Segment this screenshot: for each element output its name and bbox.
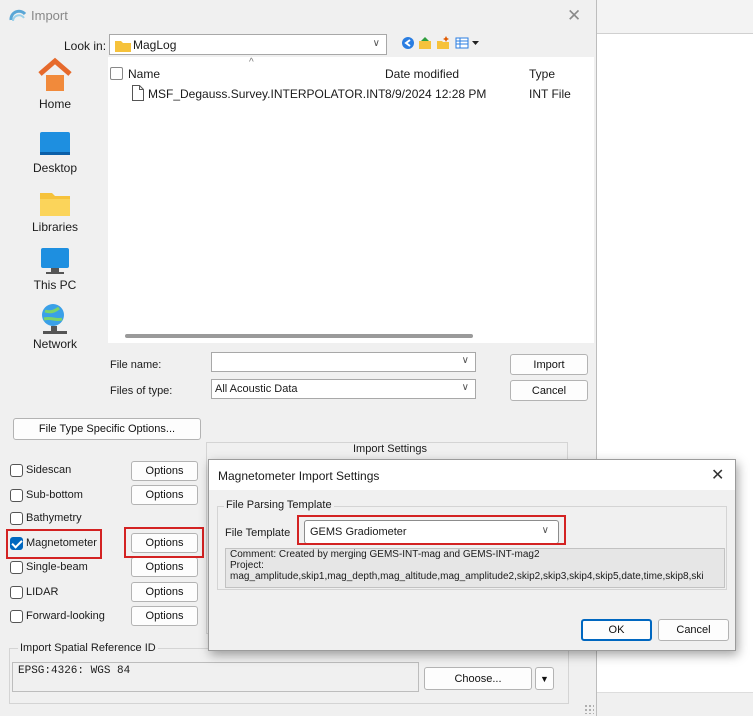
- column-header-name[interactable]: Name: [128, 67, 160, 81]
- close-icon[interactable]: ✕: [567, 6, 581, 26]
- sidescan-options-button[interactable]: Options: [131, 461, 198, 481]
- chevron-down-icon: ∨: [461, 382, 469, 393]
- file-date-cell: 8/9/2024 12:28 PM: [385, 87, 487, 101]
- folder-icon: [115, 40, 131, 55]
- up-folder-icon[interactable]: [418, 36, 432, 53]
- place-home[interactable]: Home: [9, 57, 101, 115]
- template-comment-box: Comment: Created by merging GEMS-INT-mag…: [225, 548, 725, 588]
- checkbox-box[interactable]: [10, 610, 23, 623]
- new-folder-icon[interactable]: [436, 36, 450, 53]
- file-type-options-button[interactable]: File Type Specific Options...: [13, 418, 201, 440]
- highlight-file-template: [297, 515, 566, 545]
- title-bar: Import ✕: [0, 0, 596, 32]
- sort-up-icon: ^: [249, 57, 254, 68]
- file-list[interactable]: Name ^ Date modified Type MSF_Degauss.Su…: [108, 57, 594, 343]
- file-name-input[interactable]: ∨: [211, 352, 476, 372]
- file-parsing-template-title: File Parsing Template: [224, 499, 334, 511]
- mag-cancel-button[interactable]: Cancel: [658, 619, 729, 641]
- checkbox-box[interactable]: [10, 464, 23, 477]
- highlight-magnetometer-checkbox: [6, 529, 102, 559]
- highlight-magnetometer-options: [124, 527, 204, 558]
- place-this-pc[interactable]: This PC: [9, 247, 101, 305]
- lidar-options-button[interactable]: Options: [131, 582, 198, 602]
- cancel-button[interactable]: Cancel: [510, 380, 588, 401]
- dialog-title: Import: [31, 8, 68, 23]
- checkbox-box[interactable]: [10, 489, 23, 502]
- chevron-down-icon: ∨: [372, 38, 380, 49]
- magnetometer-settings-dialog: Magnetometer Import Settings ✕ File Pars…: [208, 459, 736, 651]
- file-template-label: File Template: [225, 527, 291, 539]
- import-button[interactable]: Import: [510, 354, 588, 375]
- files-of-type-label: Files of type:: [110, 385, 173, 397]
- forward-looking-options-button[interactable]: Options: [131, 606, 198, 626]
- checkbox-label: Sub-bottom: [26, 489, 83, 501]
- files-of-type-select[interactable]: All Acoustic Data ∨: [211, 379, 476, 399]
- spatial-reference-value: EPSG:4326: WGS 84: [18, 665, 131, 677]
- sub-bottom-options-button[interactable]: Options: [131, 485, 198, 505]
- resize-grip-icon[interactable]: [584, 704, 594, 714]
- mag-dialog-title: Magnetometer Import Settings: [218, 469, 380, 483]
- close-icon[interactable]: ✕: [711, 465, 724, 485]
- app-icon: [9, 8, 27, 27]
- ok-button[interactable]: OK: [581, 619, 652, 641]
- file-name-label: File name:: [110, 359, 162, 371]
- file-icon: [132, 85, 144, 104]
- checkbox-box[interactable]: [10, 561, 23, 574]
- place-label: Network: [32, 337, 77, 351]
- checkbox-label: LIDAR: [26, 586, 59, 598]
- files-of-type-value: All Acoustic Data: [215, 383, 298, 395]
- caret-down-icon: ▼: [540, 673, 549, 684]
- place-label: Desktop: [32, 161, 78, 175]
- import-settings-title: Import Settings: [350, 443, 430, 455]
- file-type-cell: INT File: [529, 87, 571, 101]
- place-libraries[interactable]: Libraries: [9, 189, 101, 247]
- column-header-type[interactable]: Type: [529, 67, 555, 81]
- horizontal-scrollbar[interactable]: [125, 334, 473, 338]
- comment-line: mag_amplitude,skip1,mag_depth,mag_altitu…: [230, 571, 704, 582]
- comment-line: Comment: Created by merging GEMS-INT-mag…: [230, 549, 540, 560]
- look-in-value: MagLog: [133, 38, 177, 52]
- checkbox-box[interactable]: [10, 512, 23, 525]
- comment-line: Project:: [230, 560, 264, 571]
- background-toolbar: [596, 0, 753, 34]
- spatial-reference-title: Import Spatial Reference ID: [18, 642, 158, 654]
- background-statusbar: [596, 692, 753, 716]
- select-all-checkbox[interactable]: [110, 67, 123, 80]
- places-bar: Home Desktop Libraries This PC Network: [9, 57, 101, 363]
- file-name-cell: MSF_Degauss.Survey.INTERPOLATOR.INT: [148, 87, 386, 101]
- place-network[interactable]: Network: [9, 303, 101, 361]
- home-icon: [37, 57, 73, 96]
- back-icon[interactable]: [401, 36, 415, 53]
- checkbox-label: Bathymetry: [26, 512, 82, 524]
- choose-button[interactable]: Choose...: [424, 667, 532, 690]
- place-label: Libraries: [31, 220, 79, 234]
- look-in-label: Look in:: [64, 39, 107, 53]
- checkbox-label: Single-beam: [26, 561, 88, 573]
- single-beam-options-button[interactable]: Options: [131, 557, 198, 577]
- spatial-reference-field: EPSG:4326: WGS 84: [12, 662, 419, 692]
- checkbox-box[interactable]: [10, 586, 23, 599]
- place-label: Home: [38, 97, 71, 111]
- view-menu-icon[interactable]: [455, 36, 481, 53]
- chevron-down-icon: ∨: [461, 355, 469, 366]
- checkbox-label: Forward-looking: [26, 610, 105, 622]
- column-header-date[interactable]: Date modified: [385, 67, 459, 81]
- place-label: This PC: [33, 278, 77, 292]
- mag-title-bar: Magnetometer Import Settings ✕: [209, 460, 735, 490]
- look-in-combo[interactable]: MagLog ∨: [109, 34, 387, 55]
- place-desktop[interactable]: Desktop: [9, 130, 101, 188]
- choose-dropdown-button[interactable]: ▼: [535, 667, 554, 690]
- checkbox-label: Sidescan: [26, 464, 72, 476]
